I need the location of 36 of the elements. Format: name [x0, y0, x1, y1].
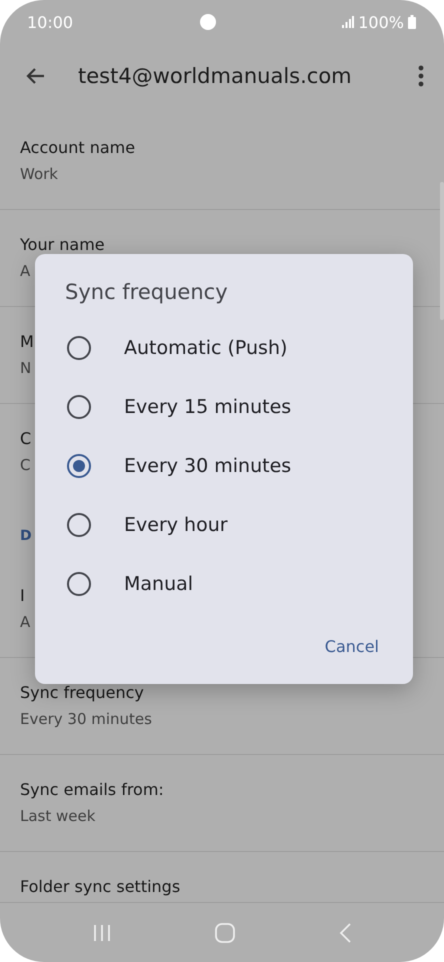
- radio-button[interactable]: [67, 572, 91, 596]
- setting-title[interactable]: Folder sync settings: [20, 877, 180, 896]
- setting-value: A: [20, 262, 30, 280]
- setting-value: Every 30 minutes: [20, 710, 152, 728]
- setting-title[interactable]: Your name: [20, 235, 105, 254]
- setting-value: Work: [20, 165, 58, 183]
- option-label[interactable]: Every 30 minutes: [124, 454, 292, 476]
- status-time: 10:00: [27, 12, 74, 32]
- radio-button[interactable]: [67, 336, 91, 360]
- section-header: D: [20, 528, 32, 544]
- setting-value: Last week: [20, 807, 96, 825]
- radio-button[interactable]: [67, 394, 91, 418]
- option-label[interactable]: Automatic (Push): [124, 336, 288, 358]
- setting-value: A: [20, 613, 30, 631]
- battery-percent: 100%: [358, 12, 404, 32]
- setting-title[interactable]: M: [20, 332, 34, 351]
- option-label[interactable]: Manual: [124, 572, 194, 594]
- battery-icon: [408, 15, 416, 29]
- camera-dot-icon: [200, 14, 216, 30]
- cancel-button[interactable]: Cancel: [316, 631, 387, 662]
- setting-title[interactable]: Sync frequency: [20, 683, 144, 702]
- more-options-button[interactable]: [416, 63, 426, 89]
- setting-title[interactable]: Sync emails from:: [20, 780, 164, 799]
- more-options-icon: [418, 65, 424, 87]
- radio-button[interactable]: [67, 454, 91, 478]
- dialog-title: Sync frequency: [65, 280, 228, 304]
- radio-button[interactable]: [67, 512, 91, 536]
- setting-title[interactable]: Account name: [20, 138, 136, 157]
- setting-value: N: [20, 359, 32, 377]
- setting-value: C: [20, 456, 30, 474]
- signal-icon: [342, 16, 354, 28]
- setting-title[interactable]: C: [20, 429, 32, 448]
- option-label[interactable]: Every 15 minutes: [124, 396, 292, 418]
- option-label[interactable]: Every hour: [124, 514, 228, 536]
- setting-title[interactable]: I: [20, 586, 25, 605]
- app-bar-title: test4@worldmanuals.com: [78, 64, 353, 88]
